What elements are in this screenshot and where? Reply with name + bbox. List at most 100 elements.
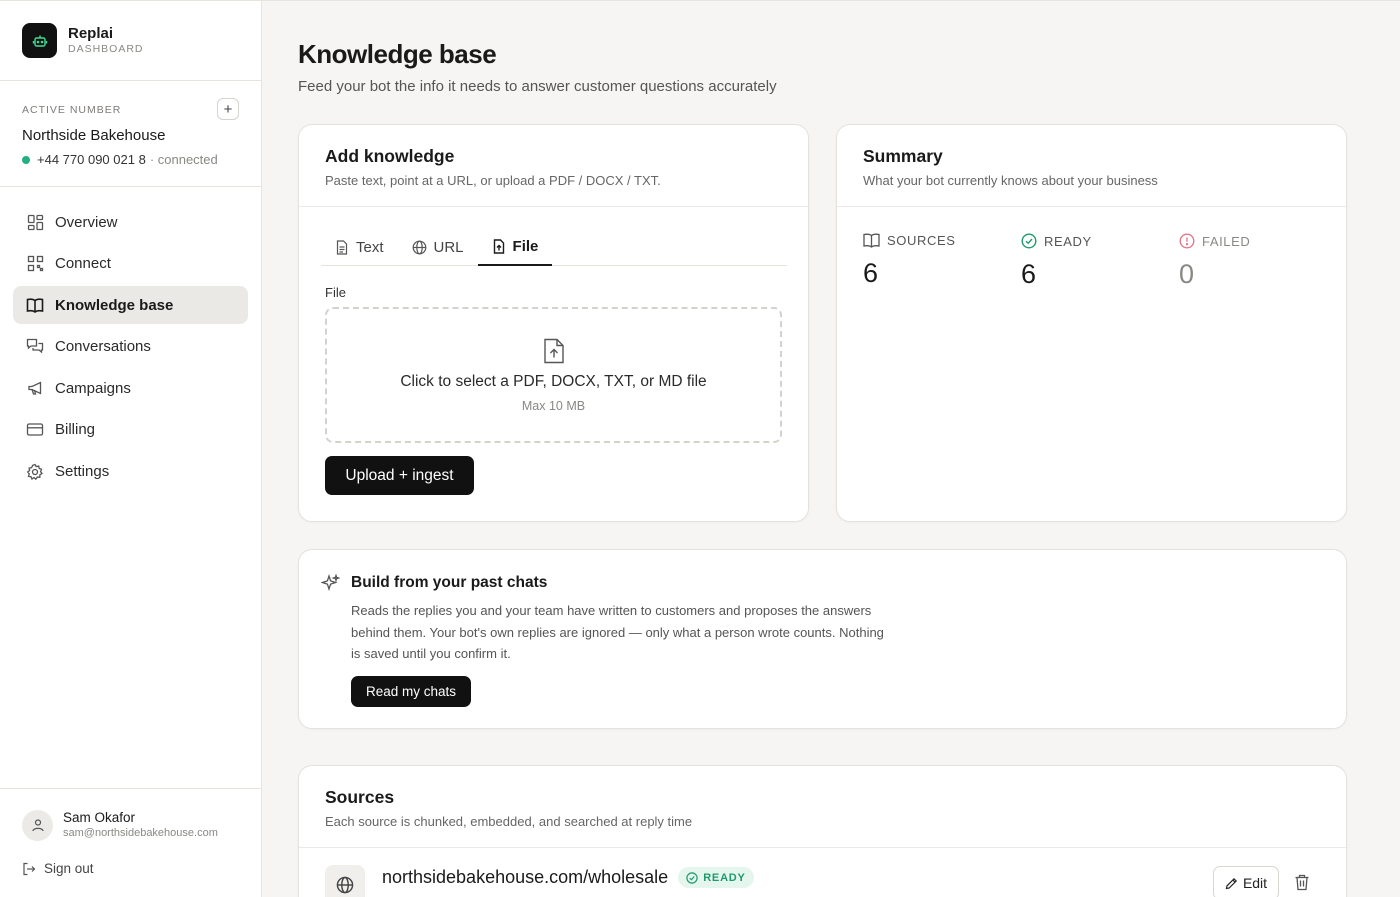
divider [0, 80, 262, 81]
knowledge-tabs: Text URL File [321, 228, 787, 266]
build-description: Reads the replies you and your team have… [351, 603, 884, 661]
user-profile[interactable]: Sam Okafor sam@northsidebakehouse.com [22, 809, 218, 841]
stat-sources: SOURCES 6 [863, 233, 1021, 290]
sidebar-item-campaigns[interactable]: Campaigns [13, 369, 248, 407]
tab-text[interactable]: Text [321, 228, 398, 266]
connected-status-dot [22, 155, 30, 164]
connection-status: · connected [149, 152, 218, 167]
pencil-icon [1225, 877, 1237, 889]
summary-stats: SOURCES 6 READY 6 FAILED 0 [863, 233, 1337, 290]
sidebar-item-knowledge-base[interactable]: Knowledge base [13, 286, 248, 325]
stat-value: 0 [1179, 259, 1195, 289]
robot-logo-icon [22, 23, 57, 58]
tab-label: Text [356, 238, 384, 256]
alert-circle-icon [1179, 233, 1195, 249]
add-knowledge-title: Add knowledge [325, 146, 455, 166]
status-badge-label: READY [703, 871, 746, 884]
tab-file[interactable]: File [477, 228, 553, 266]
summary-subtitle: What your bot currently knows about your… [863, 173, 1158, 188]
sidebar-item-overview[interactable]: Overview [13, 203, 248, 241]
active-number-label: ACTIVE NUMBER [22, 104, 122, 116]
phone-number: +44 770 090 021 8 [37, 152, 146, 167]
sidebar-item-settings[interactable]: Settings [13, 453, 248, 491]
edit-label: Edit [1242, 875, 1268, 891]
check-circle-icon [1021, 233, 1037, 249]
build-title: Build from your past chats [351, 574, 548, 591]
megaphone-icon [26, 379, 44, 397]
build-from-chats-card: Build from your past chats Reads the rep… [298, 549, 1347, 729]
stat-ready: READY 6 [1021, 233, 1179, 290]
sidebar-item-label: Billing [55, 421, 96, 439]
source-row[interactable]: northsidebakehouse.com/wholesale READY [382, 867, 754, 888]
source-name: northsidebakehouse.com/wholesale [382, 867, 669, 887]
page-subtitle: Feed your bot the info it needs to answe… [298, 78, 777, 95]
file-dropzone[interactable]: Click to select a PDF, DOCX, TXT, or MD … [325, 307, 782, 443]
app-name: Replai [68, 25, 114, 42]
sources-subtitle: Each source is chunked, embedded, and se… [325, 814, 693, 829]
check-circle-icon [686, 871, 698, 884]
tab-url[interactable]: URL [398, 228, 478, 266]
stat-label: READY [1044, 233, 1092, 249]
sign-out-icon [23, 862, 36, 875]
add-knowledge-card: Add knowledge Paste text, point at a URL… [298, 124, 809, 522]
sidebar-nav: Overview Connect Knowledge base Conversa… [13, 203, 248, 494]
sidebar: Replai DASHBOARD ACTIVE NUMBER + Northsi… [0, 0, 262, 897]
sources-card: Sources Each source is chunked, embedded… [298, 765, 1347, 897]
sidebar-item-label: Overview [55, 213, 118, 231]
file-upload-icon [543, 338, 564, 363]
brand[interactable]: Replai DASHBOARD [22, 23, 144, 58]
file-upload-icon [493, 238, 504, 254]
sign-out-button[interactable]: Sign out [22, 861, 94, 876]
read-my-chats-button[interactable]: Read my chats [351, 676, 471, 707]
business-name: Northside Bakehouse [22, 127, 166, 144]
trash-icon [1295, 874, 1309, 891]
grid-icon [26, 213, 44, 231]
stat-label: SOURCES [887, 233, 956, 248]
upload-ingest-button[interactable]: Upload + ingest [325, 456, 474, 495]
sign-out-label: Sign out [44, 861, 94, 876]
page-title: Knowledge base [298, 39, 497, 69]
user-name: Sam Okafor [63, 810, 136, 825]
avatar [22, 809, 53, 841]
qr-icon [26, 255, 44, 273]
divider [0, 186, 262, 187]
tab-label: URL [433, 238, 464, 256]
sidebar-item-label: Conversations [55, 338, 151, 356]
stat-failed: FAILED 0 [1179, 233, 1337, 290]
stat-value: 6 [1021, 259, 1037, 289]
stat-value: 6 [863, 258, 879, 288]
add-number-button[interactable]: + [217, 98, 239, 120]
sidebar-item-label: Settings [55, 463, 110, 481]
divider [0, 788, 262, 789]
dropzone-max-size: Max 10 MB [521, 398, 586, 413]
tab-label: File [512, 237, 539, 255]
book-icon [863, 233, 880, 248]
book-icon [26, 296, 44, 314]
delete-source-button[interactable] [1294, 874, 1310, 896]
summary-title: Summary [863, 146, 943, 166]
source-type-icon [325, 865, 365, 897]
gear-icon [26, 463, 44, 481]
summary-card: Summary What your bot currently knows ab… [836, 124, 1347, 522]
sparkle-icon [321, 574, 340, 592]
edit-source-button[interactable]: Edit [1213, 866, 1279, 897]
document-icon [336, 239, 348, 255]
status-badge: READY [678, 867, 754, 888]
main-content: Knowledge base Feed your bot the info it… [262, 0, 1400, 897]
sources-title: Sources [325, 787, 395, 807]
dropzone-text: Click to select a PDF, DOCX, TXT, or MD … [400, 372, 707, 390]
app-subtitle: DASHBOARD [68, 43, 144, 55]
sidebar-item-label: Campaigns [55, 379, 131, 397]
add-knowledge-subtitle: Paste text, point at a URL, or upload a … [325, 173, 661, 188]
file-field-label: File [325, 285, 346, 300]
sidebar-item-billing[interactable]: Billing [13, 411, 248, 449]
phone-line: +44 770 090 021 8 · connected [22, 152, 218, 167]
sidebar-item-conversations[interactable]: Conversations [13, 328, 248, 366]
sidebar-item-connect[interactable]: Connect [13, 245, 248, 283]
globe-icon [412, 240, 426, 254]
user-email: sam@northsidebakehouse.com [63, 827, 218, 839]
card-icon [26, 421, 44, 439]
stat-label: FAILED [1202, 233, 1251, 249]
globe-icon [336, 876, 354, 894]
sidebar-item-label: Connect [55, 255, 111, 273]
